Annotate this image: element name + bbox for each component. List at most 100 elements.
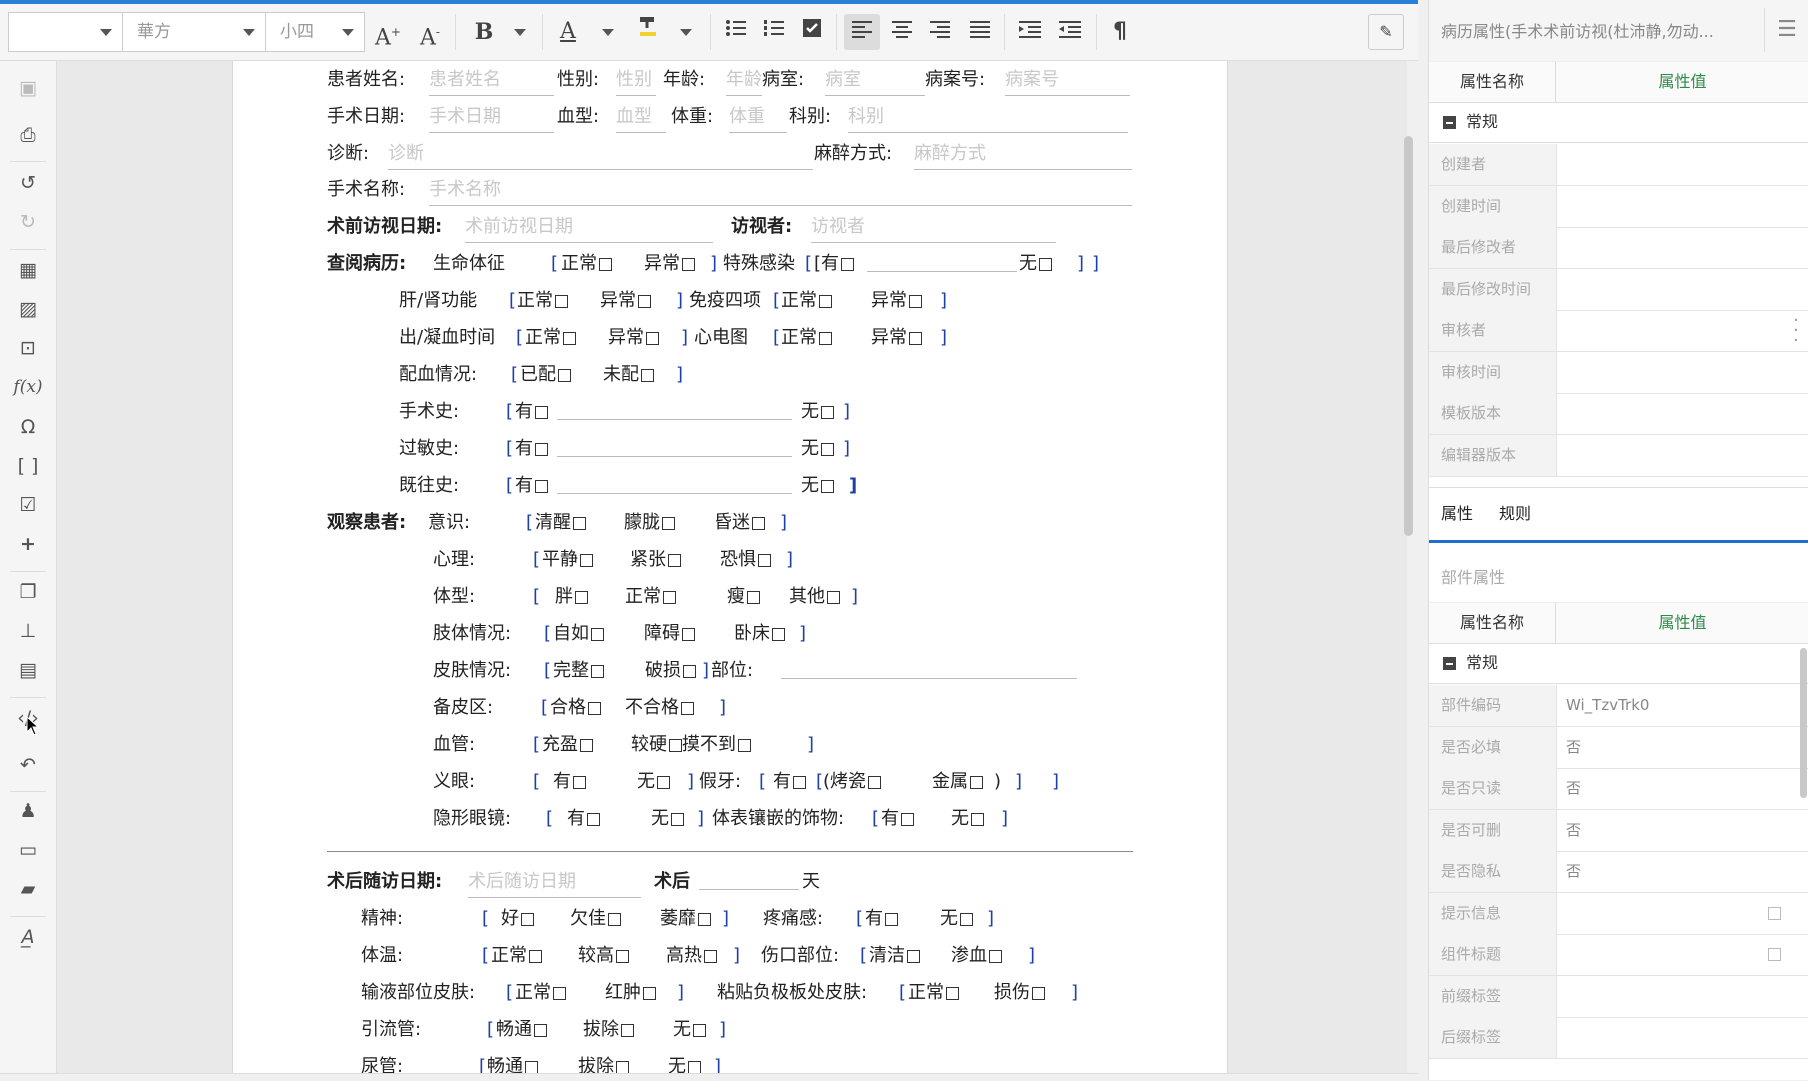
checkbox[interactable] [885, 912, 898, 926]
option-no[interactable]: 无 [1019, 249, 1052, 279]
document-icon[interactable]: ▤ [12, 655, 44, 685]
option-2[interactable]: 无 [651, 804, 684, 834]
plus-icon[interactable]: + [12, 529, 44, 559]
document-page[interactable]: 患者姓名: 患者姓名 性别: 性别 年龄: 年龄 病室: 病室 病案号: 病案号… [232, 61, 1228, 1073]
checkbox-icon[interactable]: ☑ [12, 490, 44, 520]
checkbox[interactable] [553, 986, 566, 1000]
checkbox[interactable] [616, 949, 629, 963]
postop-days-field[interactable] [699, 867, 799, 890]
property-row[interactable]: 是否隐私否 [1429, 851, 1808, 893]
option-3[interactable]: 卧床 [734, 619, 785, 649]
property-row[interactable]: 创建时间 [1429, 185, 1808, 228]
checkbox[interactable] [909, 331, 922, 345]
option-normal[interactable]: 正常 [517, 286, 568, 316]
option-normal[interactable]: 正常 [781, 323, 832, 353]
indent-icon[interactable] [1012, 14, 1048, 50]
option-matched[interactable]: 已配 [520, 360, 571, 390]
option-3[interactable]: 昏迷 [714, 508, 765, 538]
checkbox[interactable] [616, 1060, 629, 1073]
option-3[interactable]: 摸不到 [682, 730, 751, 760]
department-field[interactable]: 科别 [848, 102, 1128, 133]
property-row[interactable]: 审核者 · · · [1429, 310, 1808, 352]
option-1[interactable]: 完整 [553, 656, 604, 686]
property-checkbox[interactable] [1768, 906, 1781, 920]
checkbox[interactable] [688, 1060, 701, 1073]
surgery-history-field[interactable] [557, 397, 792, 420]
checkbox-icon[interactable] [794, 14, 830, 50]
option-abnormal[interactable]: 异常 [871, 323, 922, 353]
property-row[interactable]: 后缀标签 [1429, 1017, 1808, 1059]
edit-note-icon[interactable]: ✎ [1368, 14, 1404, 50]
comment-icon[interactable]: ▰ [12, 874, 44, 904]
option-1[interactable]: 正常 [491, 941, 542, 971]
print-icon[interactable]: ⎙ [12, 120, 44, 150]
checkbox[interactable] [555, 294, 568, 308]
option-3[interactable]: 有 [881, 804, 914, 834]
collapse-icon[interactable] [1443, 657, 1456, 670]
checkbox[interactable] [819, 294, 832, 308]
checkbox[interactable] [738, 738, 751, 752]
option-1[interactable]: 有 [553, 767, 586, 797]
checkbox[interactable] [587, 812, 600, 826]
checkbox[interactable] [819, 331, 832, 345]
option-2[interactable]: 欠佳 [570, 904, 621, 934]
property-row[interactable]: 创建者 [1429, 144, 1808, 186]
checkbox[interactable] [573, 775, 586, 789]
font-color-icon[interactable]: A [550, 14, 586, 50]
collapse-icon[interactable] [1443, 116, 1456, 129]
font-shrink-icon[interactable]: A- [412, 14, 448, 50]
signature-icon[interactable]: A̲ [12, 922, 44, 952]
option-1[interactable]: 自如 [553, 619, 604, 649]
checkbox[interactable] [643, 986, 656, 1000]
highlight-icon[interactable] [630, 14, 666, 50]
checkbox[interactable] [580, 738, 593, 752]
checkbox[interactable] [868, 775, 882, 789]
property-row[interactable]: 编辑器版本 [1429, 434, 1808, 477]
omega-icon[interactable]: Ω [12, 412, 44, 442]
menu-icon[interactable]: ☰ [1764, 8, 1808, 52]
checkbox[interactable] [671, 812, 684, 826]
checkbox[interactable] [793, 775, 806, 789]
property-row[interactable]: 前缀标签 [1429, 975, 1808, 1018]
copy-icon[interactable]: ❐ [12, 577, 44, 607]
past-history-field[interactable] [557, 471, 792, 494]
checkbox[interactable] [580, 553, 593, 567]
property-value[interactable]: Wi_TzvTrk0 [1566, 685, 1649, 726]
checkbox[interactable] [608, 912, 621, 926]
option-2[interactable]: 不合格 [625, 693, 694, 723]
document-scrollbar[interactable] [1404, 136, 1413, 536]
option-abnormal[interactable]: 异常 [608, 323, 659, 353]
checkbox[interactable] [821, 405, 834, 419]
checkbox[interactable] [535, 405, 548, 419]
checkbox[interactable] [821, 479, 834, 493]
option-no[interactable]: 无 [801, 434, 834, 464]
surgery-date-field[interactable]: 手术日期 [429, 102, 554, 133]
case-number-field[interactable]: 病案号 [1005, 65, 1130, 96]
option-no[interactable]: 无 [801, 397, 834, 427]
checkbox[interactable] [669, 738, 682, 752]
group-general[interactable]: 常规 [1429, 643, 1808, 684]
tab-properties[interactable]: 属性 [1429, 488, 1486, 543]
option-4[interactable]: 有 [865, 904, 898, 934]
option-4[interactable]: 损伤 [994, 978, 1045, 1008]
property-value[interactable]: 否 [1566, 810, 1581, 851]
checkbox[interactable] [772, 627, 785, 641]
checkbox[interactable] [529, 949, 542, 963]
checkbox[interactable] [663, 590, 676, 604]
checkbox[interactable] [827, 590, 840, 604]
option-no[interactable]: 无 [801, 471, 834, 501]
allergy-history-field[interactable] [557, 434, 792, 457]
option-4[interactable]: 无 [951, 804, 984, 834]
paragraph-mark-icon[interactable]: ¶ [1102, 14, 1138, 50]
option-normal[interactable]: 正常 [781, 286, 832, 316]
numbered-list-icon[interactable] [756, 14, 792, 50]
option-1[interactable]: 正常 [515, 978, 566, 1008]
option-not-matched[interactable]: 未配 [603, 360, 654, 390]
option-1[interactable]: 畅通 [487, 1052, 538, 1073]
option-4[interactable]: (烤瓷 [823, 767, 882, 797]
checkbox[interactable] [599, 257, 612, 271]
highlight-options-button[interactable] [668, 14, 704, 50]
option-yes[interactable]: [有 [814, 249, 855, 279]
weight-field[interactable]: 体重 [729, 102, 787, 133]
option-2[interactable]: 拔除 [578, 1052, 629, 1073]
